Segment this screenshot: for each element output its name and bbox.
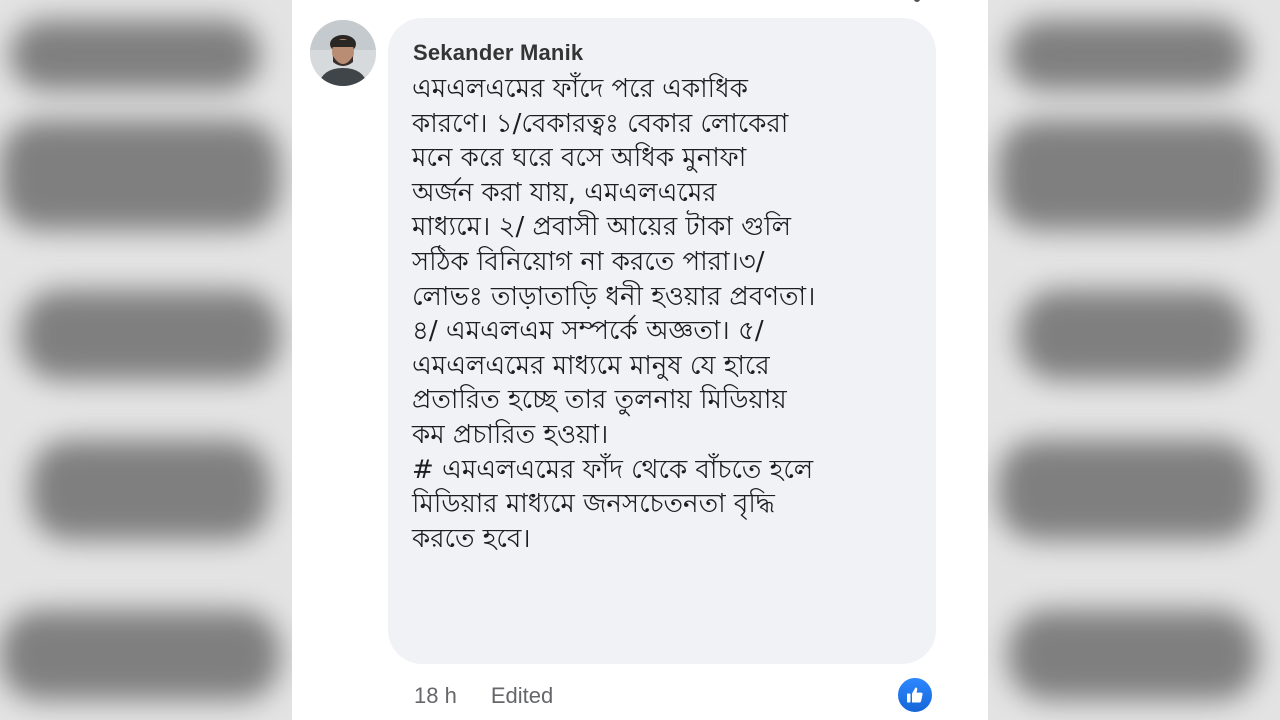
comment-bubble: Sekander Manik এমএলএমের ফাঁদে পরে একাধিক… <box>388 18 936 664</box>
comment-line: কম প্রচারিত হওয়া। <box>412 419 609 450</box>
comment-text: এমএলএমের ফাঁদে পরে একাধিক কারণে। ১/বেকার… <box>412 72 912 556</box>
comment-line: এমএলএমের মাধ্যমে মানুষ যে হারে <box>412 350 770 381</box>
comment-line: সঠিক বিনিয়োগ না করতে পারা।৩/ <box>412 246 765 277</box>
comment-line: মিডিয়ার মাধ্যমে জনসচেতনতা বৃদ্ধি <box>412 489 775 520</box>
blurred-background-left <box>0 0 292 720</box>
separator-dot <box>914 0 920 2</box>
comment-line: মাধ্যমে। ২/ প্রবাসী আয়ের টাকা গুলি <box>412 212 791 243</box>
comment-panel: Sekander Manik এমএলএমের ফাঁদে পরে একাধিক… <box>292 0 988 720</box>
comment-line: # এমএলএমের ফাঁদ থেকে বাঁচতে হলে <box>412 454 814 485</box>
comment-author[interactable]: Sekander Manik <box>413 40 912 66</box>
comment-line: ৪/ এমএলএম সম্পর্কে অজ্ঞতা। ৫/ <box>412 316 764 347</box>
comment-line: প্রতারিত হচ্ছে তার তুলনায় মিডিয়ায় <box>412 385 787 416</box>
like-icon <box>907 687 923 703</box>
comment-line: করতে হবে। <box>412 523 531 554</box>
comment-line: এমএলএমের ফাঁদে পরে একাধিক <box>412 74 748 104</box>
profile-photo-icon <box>310 20 376 86</box>
comment-line: মনে করে ঘরে বসে অধিক মুনাফা <box>412 143 747 174</box>
blurred-background-right <box>988 0 1280 720</box>
edited-label[interactable]: Edited <box>491 683 553 709</box>
comment-timestamp[interactable]: 18 h <box>414 683 457 709</box>
comment-meta: 18 h Edited <box>414 680 553 712</box>
comment-line: অর্জন করা যায়, এমএলএমের <box>412 177 717 208</box>
like-reaction-badge[interactable] <box>896 676 934 714</box>
comment-line: কারণে। ১/বেকারত্বঃ বেকার লোকেরা <box>412 108 789 139</box>
screenshot-stage: Sekander Manik এমএলএমের ফাঁদে পরে একাধিক… <box>0 0 1280 720</box>
avatar[interactable] <box>310 20 376 86</box>
comment-line: লোভঃ তাড়াতাড়ি ধনী হওয়ার প্রবণতা। <box>412 281 816 312</box>
